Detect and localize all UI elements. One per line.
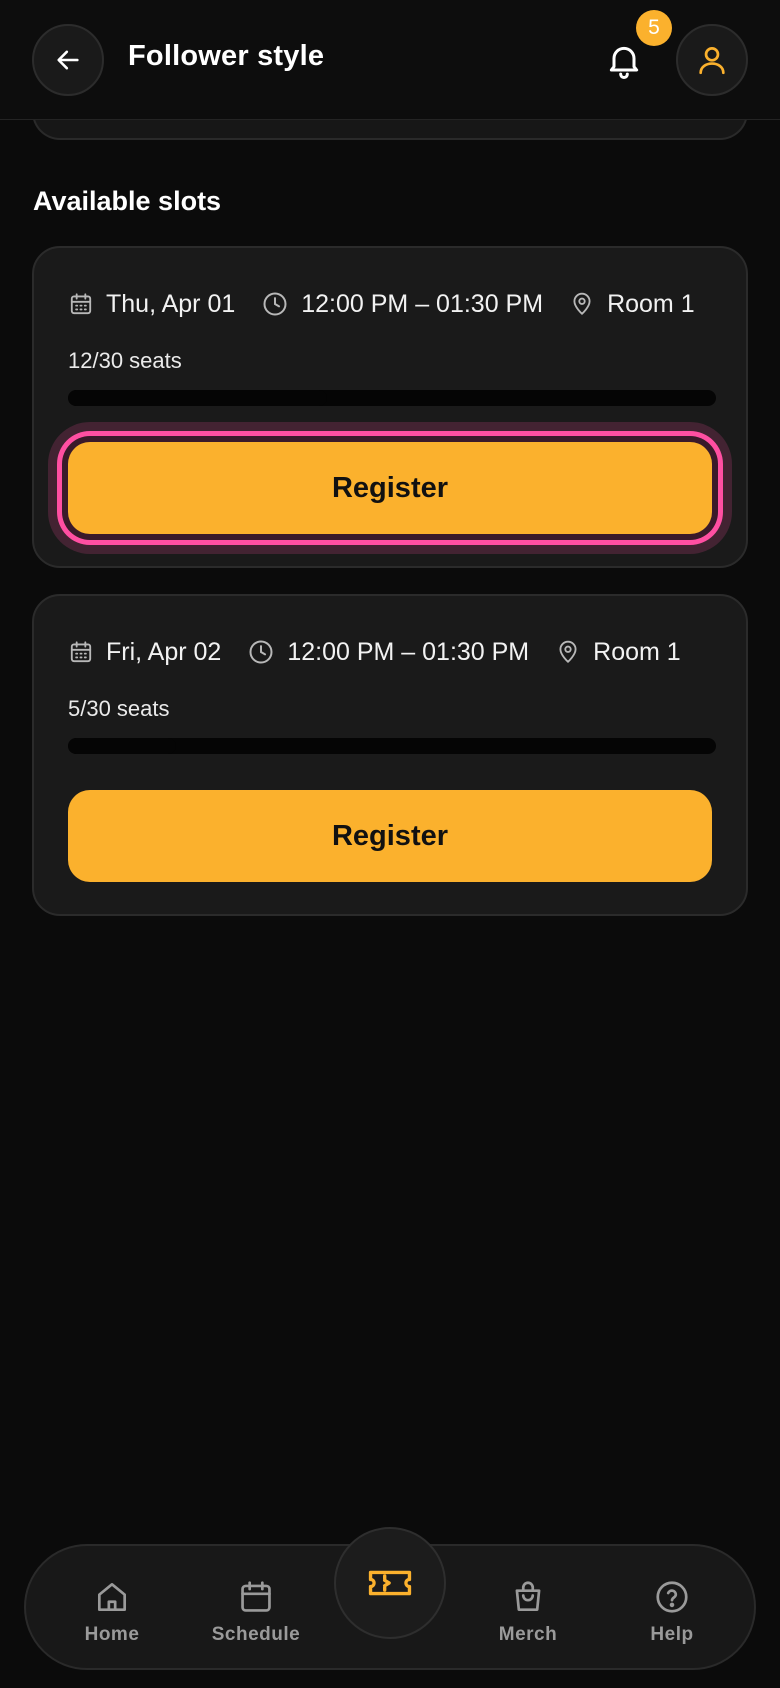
slot-room-text: Room 1 xyxy=(607,289,695,318)
back-button[interactable] xyxy=(32,24,104,96)
clock-icon xyxy=(263,292,287,316)
clock-icon xyxy=(249,640,273,664)
calendar-icon xyxy=(70,293,92,315)
user-icon xyxy=(699,47,725,75)
nav-item-help[interactable]: Help xyxy=(612,1578,732,1646)
slot-time-text: 12:00 PM – 01:30 PM xyxy=(301,289,544,318)
slot-card: Thu, Apr 01 12:00 PM – 01:30 PM Room 1 1… xyxy=(32,246,748,568)
slot-info-row: Fri, Apr 02 12:00 PM – 01:30 PM Room 1 xyxy=(68,632,707,672)
bell-icon xyxy=(609,46,639,79)
help-icon xyxy=(656,1581,688,1613)
nav-label-schedule: Schedule xyxy=(211,1624,301,1645)
register-button[interactable]: Register xyxy=(68,442,712,534)
slot-date: Fri, Apr 02 xyxy=(68,638,221,667)
slot-time-text: 12:00 PM – 01:30 PM xyxy=(287,637,530,666)
seats-progress-bar xyxy=(68,390,716,406)
slot-date: Thu, Apr 01 xyxy=(68,290,235,319)
seats-progress-fill xyxy=(68,390,328,406)
seats-count: 5/30 seats xyxy=(68,696,170,721)
tickets-button[interactable] xyxy=(334,1527,446,1639)
location-pin-icon xyxy=(559,640,577,663)
slot-info-row: Thu, Apr 01 12:00 PM – 01:30 PM Room 1 xyxy=(68,284,721,324)
calendar-icon xyxy=(241,1581,271,1612)
slot-room: Room 1 xyxy=(555,638,681,667)
location-pin-icon xyxy=(573,292,591,315)
nav-item-home[interactable]: Home xyxy=(52,1578,172,1646)
home-icon xyxy=(97,1582,127,1612)
nav-label-help: Help xyxy=(650,1624,694,1645)
slot-room: Room 1 xyxy=(569,290,695,319)
register-button[interactable]: Register xyxy=(68,790,712,882)
nav-item-schedule[interactable]: Schedule xyxy=(196,1578,316,1646)
slot-date-text: Fri, Apr 02 xyxy=(106,637,222,666)
nav-label-merch: Merch xyxy=(498,1624,558,1645)
arrow-left-icon xyxy=(57,50,79,70)
page: Follower style 5 Available slots Thu, Ap… xyxy=(0,0,780,1688)
calendar-icon xyxy=(70,641,92,663)
page-title: Follower style xyxy=(128,40,325,72)
seats-progress-fill xyxy=(68,738,176,754)
slot-room-text: Room 1 xyxy=(593,637,681,666)
notification-badge: 5 xyxy=(636,10,672,46)
shopping-bag-icon xyxy=(515,1581,541,1612)
nav-label-home: Home xyxy=(84,1624,140,1645)
slot-time: 12:00 PM – 01:30 PM xyxy=(261,290,543,319)
seats-progress-bar xyxy=(68,738,716,754)
seats-count: 12/30 seats xyxy=(68,348,182,373)
section-title: Available slots xyxy=(33,186,222,216)
ticket-icon xyxy=(368,1570,412,1596)
slot-card: Fri, Apr 02 12:00 PM – 01:30 PM Room 1 5… xyxy=(32,594,748,916)
slot-date-text: Thu, Apr 01 xyxy=(106,289,236,318)
app-header: Follower style 5 xyxy=(0,0,780,120)
slot-time: 12:00 PM – 01:30 PM xyxy=(247,638,529,667)
nav-item-merch[interactable]: Merch xyxy=(468,1578,588,1646)
profile-button[interactable] xyxy=(676,24,748,96)
